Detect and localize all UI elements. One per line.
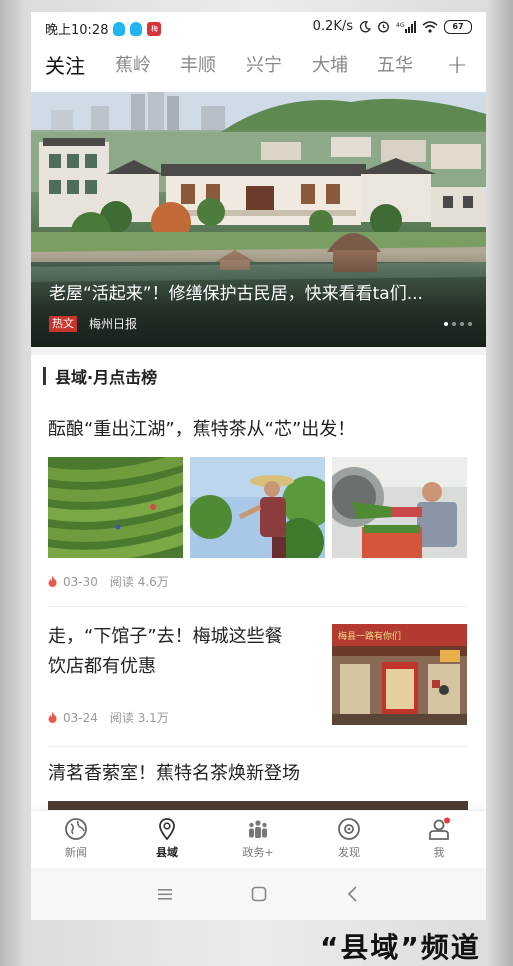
- nav-news-label: 新闻: [65, 846, 87, 859]
- nav-discover-label: 发现: [338, 846, 360, 859]
- signal-icon: 4G: [396, 20, 416, 33]
- divider: [48, 746, 468, 747]
- article-1-thumb-1[interactable]: [48, 457, 183, 558]
- nav-me[interactable]: 我: [404, 817, 474, 860]
- nav-news[interactable]: 新闻: [41, 817, 111, 860]
- location-pin-icon: [159, 818, 175, 841]
- nav-county-label: 县域: [156, 846, 178, 859]
- status-bar: 晚上10:28 梅 0.2K/s 4G 67: [31, 12, 486, 42]
- article-1-thumb-2[interactable]: [190, 457, 325, 558]
- section-header: 县域·月点击榜: [43, 366, 158, 387]
- wifi-icon: [422, 20, 438, 33]
- globe-icon: [65, 818, 87, 840]
- bottom-nav: 新闻 县域 政务+ 发现 我: [31, 810, 486, 867]
- user-icon: [429, 817, 450, 840]
- section-gap: [31, 347, 486, 355]
- add-channel-button[interactable]: +: [446, 49, 468, 81]
- nav-government-label: 政务+: [242, 846, 274, 859]
- alarm-icon: [378, 21, 389, 33]
- battery-indicator: 67: [444, 19, 472, 34]
- carousel-dot[interactable]: [468, 322, 472, 326]
- flame-icon: [48, 576, 57, 587]
- carousel-dot[interactable]: [452, 322, 456, 326]
- phone-screen: 晚上10:28 梅 0.2K/s 4G 67 关注 蕉岭 丰顺 兴宁 大埔 五华…: [31, 12, 486, 920]
- article-1-title[interactable]: 酝酿“重出江湖”，蕉特茶从“芯”出发！: [48, 415, 355, 445]
- channel-tabs: 关注 蕉岭 丰顺 兴宁 大埔 五华 +: [31, 50, 486, 86]
- people-icon: [249, 820, 267, 838]
- article-1-meta: 03-30 阅读 4.6万: [48, 573, 169, 590]
- qq-icon-2: [130, 21, 143, 36]
- network-type: 4G: [396, 22, 405, 29]
- article-2-title-line1: 走，“下馆子”去！梅城这些餐: [48, 626, 283, 647]
- article-2-date: 03-24: [63, 710, 98, 725]
- caption-text: “县域”频道: [320, 931, 481, 964]
- article-1-thumb-3[interactable]: [332, 457, 467, 558]
- hero-source: 梅州日报: [89, 317, 138, 331]
- carousel-dot[interactable]: [460, 322, 464, 326]
- qq-icon: [113, 21, 126, 36]
- section-bar: [43, 367, 46, 385]
- tab-jiaoling[interactable]: 蕉岭: [115, 50, 151, 82]
- system-nav-bar: [31, 868, 486, 920]
- status-left: 晚上10:28 梅: [45, 19, 162, 38]
- hero-title[interactable]: 老屋“活起来”！修缮保护古民居，快来看看ta们...: [49, 279, 469, 304]
- tab-guanzhu[interactable]: 关注: [45, 50, 85, 82]
- tea-field-image: [48, 457, 183, 558]
- carousel-dot[interactable]: [444, 322, 448, 326]
- carousel-dots: [444, 322, 472, 326]
- flame-icon: [48, 712, 57, 723]
- article-2-reads: 阅读 3.1万: [109, 711, 169, 725]
- restaurant-image: 梅县一路有你们: [332, 624, 467, 725]
- article-1-reads: 阅读 4.6万: [109, 575, 169, 589]
- status-time: 晚上10:28: [45, 23, 109, 38]
- article-3-title[interactable]: 清茗香萦室！蕉特名茶焕新登场: [48, 759, 300, 789]
- tab-fengshun[interactable]: 丰顺: [180, 50, 216, 82]
- tab-dabu[interactable]: 大埔: [312, 50, 348, 82]
- divider: [48, 606, 468, 607]
- nav-discover[interactable]: 发现: [314, 817, 384, 860]
- network-speed: 0.2K/s: [312, 19, 353, 34]
- tea-picker-image: [190, 457, 325, 558]
- tab-wuhua[interactable]: 五华: [377, 50, 413, 82]
- hero-banner[interactable]: 老屋“活起来”！修缮保护古民居，快来看看ta们... 热文 梅州日报: [31, 92, 486, 347]
- article-2-title[interactable]: 走，“下馆子”去！梅城这些餐 饮店都有优惠: [48, 622, 283, 682]
- notification-badge: [444, 817, 450, 824]
- app-notification-icon: 梅: [147, 21, 162, 36]
- article-2-meta: 03-24 阅读 3.1万: [48, 709, 169, 726]
- section-title: 县域·月点击榜: [55, 368, 158, 387]
- article-2-title-line2: 饮店都有优惠: [48, 656, 156, 677]
- back-icon[interactable]: [343, 884, 363, 904]
- menu-icon[interactable]: [155, 884, 175, 904]
- tab-xingning[interactable]: 兴宁: [246, 50, 282, 82]
- tea-machine-image: [332, 457, 467, 558]
- nav-me-label: 我: [433, 846, 445, 859]
- moon-icon: [359, 20, 371, 32]
- hot-tag: 热文: [49, 316, 77, 332]
- nav-government[interactable]: 政务+: [223, 817, 293, 860]
- compass-icon: [338, 818, 360, 840]
- article-2-thumb[interactable]: 梅县一路有你们: [332, 624, 467, 725]
- home-icon[interactable]: [249, 884, 269, 904]
- article-1-date: 03-30: [63, 574, 98, 589]
- status-right: 0.2K/s 4G 67: [313, 19, 472, 34]
- restaurant-sign: 梅县一路有你们: [338, 630, 401, 642]
- nav-county[interactable]: 县域: [132, 817, 202, 860]
